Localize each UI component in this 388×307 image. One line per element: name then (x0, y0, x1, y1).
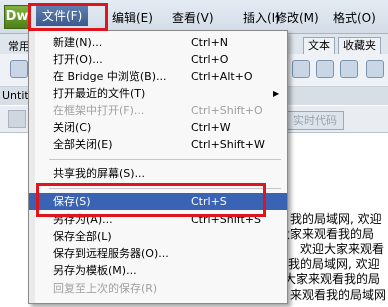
dreamweaver-logo: Dw (4, 5, 30, 29)
menu-item-share-screen[interactable]: 共享我的屏幕(S)... (29, 165, 287, 182)
menu-item-label: 保存到远程服务器(O)... (53, 247, 169, 260)
menu-item-label: 共享我的屏幕(S)... (53, 167, 146, 180)
menu-item-label: 回复至上次的保存(R) (53, 282, 158, 295)
menu-item-open-recent[interactable]: 打开最近的文件(T) ▶ (29, 85, 287, 102)
table-icon[interactable] (292, 60, 310, 78)
menu-item-save-to-remote[interactable]: 保存到远程服务器(O)... (29, 245, 287, 262)
menu-view[interactable]: 查看(V) (172, 9, 214, 26)
submenu-arrow-icon: ▶ (273, 89, 280, 98)
menu-item-label: 在框架中打开(F)... (53, 104, 145, 117)
menu-item-shortcut: Ctrl+Shift+O (191, 104, 263, 117)
menu-item-shortcut: Ctrl+Alt+O (191, 70, 253, 83)
menu-format[interactable]: 格式(O) (333, 9, 376, 26)
menu-item-label: 打开最近的文件(T) (53, 87, 146, 100)
menu-modify[interactable]: 修改(M) (275, 9, 319, 26)
menu-item-shortcut: Ctrl+O (191, 53, 229, 66)
tab-common[interactable]: 常用 (8, 38, 30, 54)
menu-item-browse-in-bridge[interactable]: 在 Bridge 中浏览(B)... Ctrl+Alt+O (29, 68, 287, 85)
menu-item-save-as-template[interactable]: 另存为模板(M)... (29, 262, 287, 279)
menu-item-new[interactable]: 新建(N)... Ctrl+N (29, 34, 287, 51)
menu-separator (49, 159, 281, 160)
image-icon[interactable] (316, 60, 334, 78)
menu-item-shortcut: Ctrl+W (191, 121, 231, 134)
tab-text[interactable]: 文本 (303, 37, 335, 55)
tab-favorites[interactable]: 收藏夹 (338, 37, 381, 55)
menu-item-label: 在 Bridge 中浏览(B)... (53, 70, 167, 83)
menu-item-label: 新建(N)... (53, 36, 103, 49)
file-menu-dropdown: 新建(N)... Ctrl+N 打开(O)... Ctrl+O 在 Bridge… (28, 30, 288, 304)
menu-item-shortcut: Ctrl+N (191, 36, 229, 49)
menu-item-label: 全部关闭(E) (53, 138, 113, 151)
menu-item-shortcut: Ctrl+Shift+W (191, 138, 265, 151)
save-item-highlight-box (36, 183, 266, 217)
menu-item-open-in-frame[interactable]: 在框架中打开(F)... Ctrl+Shift+O (29, 102, 287, 119)
menu-item-label: 打开(O)... (53, 53, 103, 66)
realtime-code-button[interactable]: 实时代码 (286, 111, 344, 130)
menu-item-label: 另存为模板(M)... (53, 264, 137, 277)
menu-item-revert[interactable]: 回复至上次的保存(R) (29, 280, 287, 297)
file-menu-highlight-box (28, 3, 108, 31)
menu-item-label: 关闭(C) (53, 121, 92, 134)
code-view-icon[interactable] (8, 110, 26, 128)
menu-item-open[interactable]: 打开(O)... Ctrl+O (29, 51, 287, 68)
content-line: 来观看我的局域网 (290, 288, 387, 302)
content-line: 大家来观看我的局 (284, 272, 381, 286)
menu-edit[interactable]: 编辑(E) (112, 9, 153, 26)
menu-item-close[interactable]: 关闭(C) Ctrl+W (29, 119, 287, 136)
document-tab[interactable]: Untit (2, 89, 29, 102)
menu-item-label: 保存全部(L) (53, 230, 112, 243)
menu-item-close-all[interactable]: 全部关闭(E) Ctrl+Shift+W (29, 136, 287, 153)
media-icon[interactable] (340, 60, 358, 78)
link-icon[interactable] (10, 60, 28, 78)
menu-item-save-all[interactable]: 保存全部(L) (29, 228, 287, 245)
date-icon[interactable] (366, 60, 384, 78)
